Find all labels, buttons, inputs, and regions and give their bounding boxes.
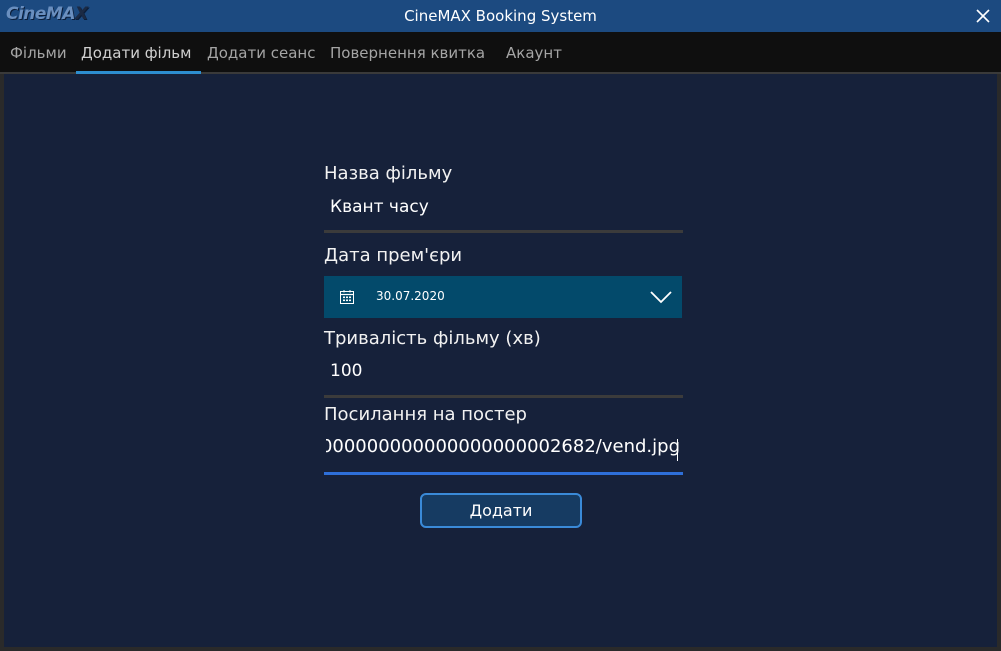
premiere-date-value: 30.07.2020 <box>376 289 445 303</box>
window-border-bottom <box>0 647 1001 651</box>
tab-bar: Фільми Додати фільм Додати сеанс Поверне… <box>0 32 1001 72</box>
active-tab-indicator <box>76 71 201 74</box>
close-icon[interactable] <box>972 5 994 27</box>
calendar-icon <box>340 290 354 304</box>
poster-link-underline <box>324 472 683 475</box>
poster-link-input[interactable]: 000000000000000000002682/vend.jpg <box>326 436 680 464</box>
duration-input[interactable]: 100 <box>330 361 362 381</box>
chevron-down-icon[interactable] <box>650 290 672 304</box>
window-border-left <box>0 74 4 651</box>
movie-name-underline <box>324 230 683 233</box>
premiere-date-picker[interactable]: 30.07.2020 <box>324 276 682 318</box>
tab-account[interactable]: Акаунт <box>506 44 562 62</box>
title-bar: CineMAX CineMAX Booking System <box>0 0 1001 32</box>
poster-link-label: Посилання на постер <box>324 404 527 425</box>
poster-link-value: 000000000000000000002682/vend.jpg <box>326 436 680 457</box>
tab-films[interactable]: Фільми <box>10 44 67 62</box>
text-cursor <box>677 439 678 461</box>
premiere-date-label: Дата прем'єри <box>324 245 463 266</box>
window-border-right <box>997 74 1001 651</box>
tab-add-film[interactable]: Додати фільм <box>81 44 191 62</box>
add-button[interactable]: Додати <box>420 493 582 528</box>
duration-label: Тривалість фільму (хв) <box>324 328 541 349</box>
duration-underline <box>324 395 683 398</box>
movie-name-input[interactable]: Квант часу <box>330 197 429 217</box>
movie-name-label: Назва фільму <box>324 163 453 184</box>
window-title: CineMAX Booking System <box>404 7 597 25</box>
tab-ticket-return[interactable]: Повернення квитка <box>330 44 485 62</box>
tab-add-session[interactable]: Додати сеанс <box>207 44 315 62</box>
